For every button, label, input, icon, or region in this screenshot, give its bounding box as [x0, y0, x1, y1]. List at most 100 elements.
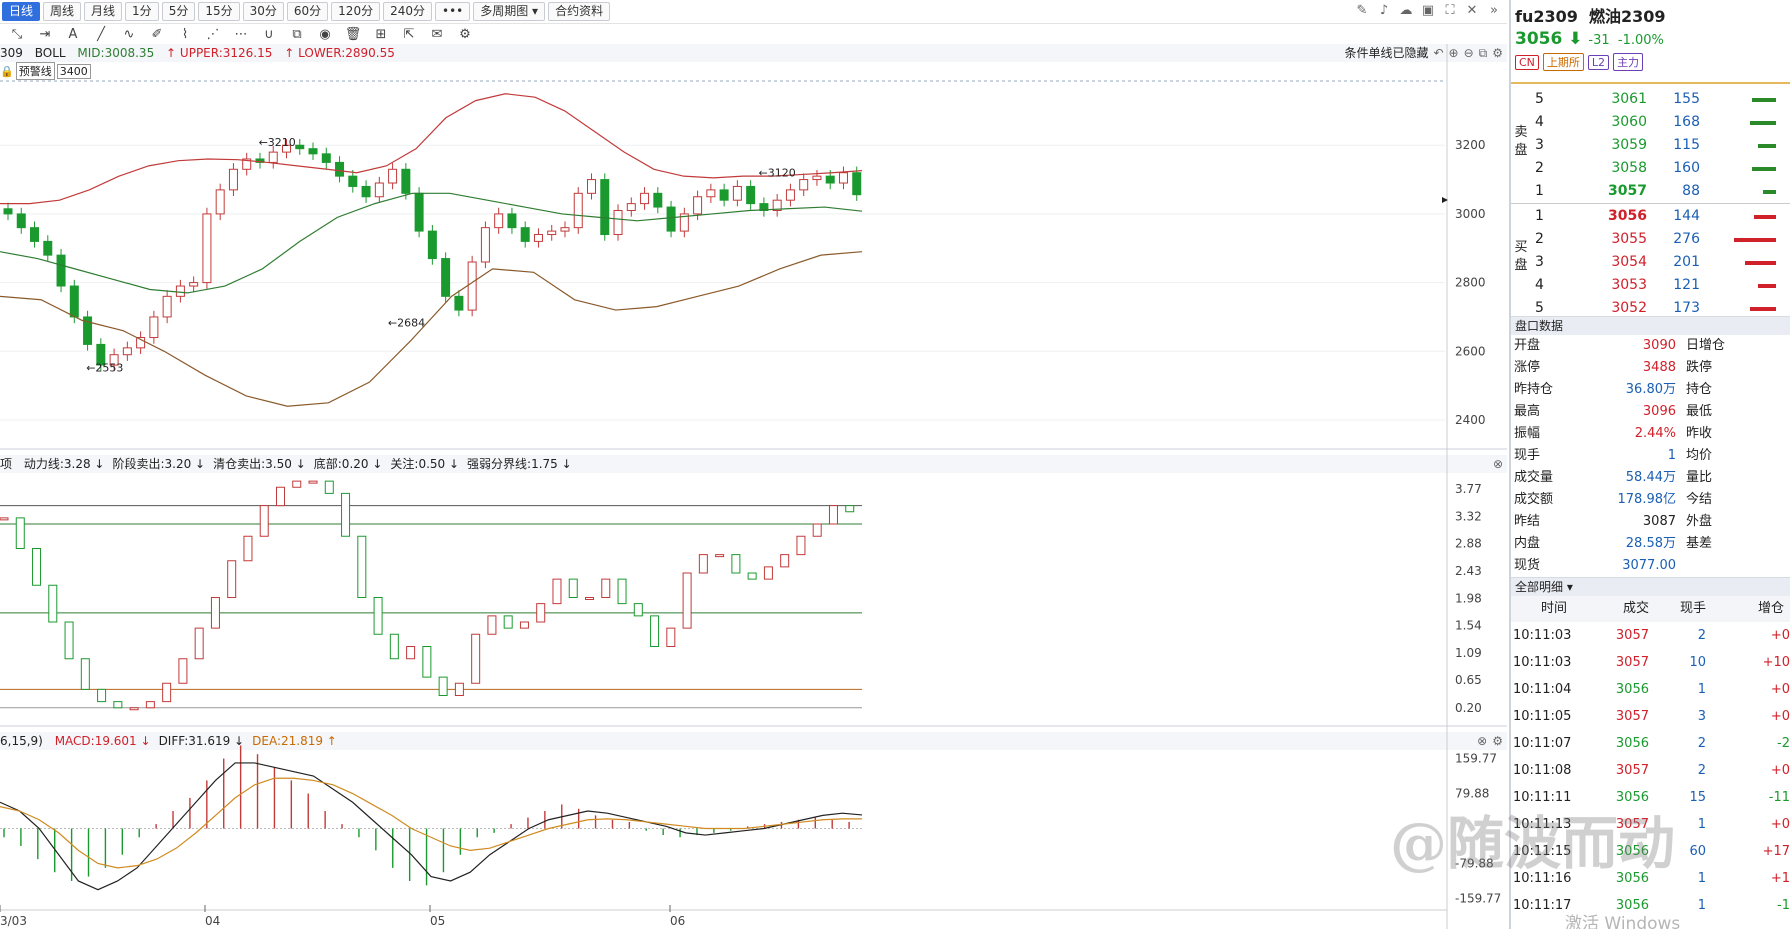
indicator-candle: [292, 480, 302, 488]
indicator-candle: [275, 486, 285, 507]
bid-row[interactable]: 3 3054 201: [1511, 251, 1790, 274]
indicator-candle: [32, 548, 42, 586]
indicator-candle: [568, 578, 578, 598]
candle-body: [454, 295, 464, 311]
indicator-candle: [259, 505, 269, 537]
tick-row: 10:11:03 3057 10 +10: [1513, 655, 1790, 670]
indicator-candle: [162, 682, 172, 703]
stat-row: 现手 1 均价: [1514, 448, 1713, 463]
candle-body: [507, 213, 517, 229]
indicator-candle: [324, 480, 334, 494]
indicator-candle: [780, 554, 790, 568]
candle-body: [719, 189, 729, 201]
price-annotation: ←3120: [759, 167, 796, 180]
price-pct: -1.00%: [1617, 33, 1664, 48]
candle-body: [799, 179, 809, 191]
ticks-title[interactable]: 全部明细 ▾: [1511, 577, 1790, 596]
dropdown-icon[interactable]: ▾: [1567, 580, 1573, 594]
bid-row[interactable]: 4 3053 121: [1511, 274, 1790, 297]
candle-body: [162, 295, 172, 318]
bid-row[interactable]: 2 3055 276: [1511, 228, 1790, 251]
stat-row: 开盘 3090 日增仓: [1514, 338, 1726, 353]
indicator-candle: [243, 535, 253, 562]
tick-row: 10:11:07 3056 2 -2: [1513, 736, 1790, 751]
stat-row: 成交额 178.98亿 今结: [1514, 492, 1713, 507]
indicator-candle: [796, 535, 806, 556]
contract-tag: CN: [1515, 55, 1539, 70]
indicator-candle: [519, 621, 529, 629]
indicator-candle: [471, 633, 481, 684]
ask-row[interactable]: 3 3059 115: [1511, 134, 1790, 157]
y-tick-label: 159.77: [1455, 752, 1497, 766]
indicator-candle: [682, 572, 692, 629]
contract-code: fu2309: [1515, 7, 1578, 26]
indicator-candle: [178, 658, 188, 684]
candle-body: [401, 168, 411, 194]
bid-row[interactable]: 1 3056 144: [1511, 205, 1790, 228]
candle-body: [560, 227, 570, 232]
indicator-candle: [406, 646, 416, 660]
bid-row[interactable]: 5 3052 173: [1511, 297, 1790, 320]
stat-row: 昨结 3087 外盘: [1514, 514, 1713, 529]
candle-body: [308, 148, 318, 155]
down-arrow-icon: ⬇: [1568, 29, 1583, 49]
y-tick-label: 3.32: [1455, 510, 1482, 524]
activate-windows-notice: 激活 Windows: [1565, 914, 1681, 929]
indicator-candle: [80, 658, 90, 690]
chart-area[interactable]: 3200 3000 2800 2600 2400 ←3210 ←3120 ←2684 ←2553…: [0, 0, 1507, 929]
candle-body: [467, 261, 477, 311]
stat-row: 最高 3096 最低: [1514, 404, 1713, 419]
indicator-candle: [389, 633, 399, 660]
y-tick-label: 2.88: [1455, 537, 1482, 551]
y-tick-label: 3200: [1455, 138, 1486, 152]
indicator-candle: [763, 566, 773, 580]
x-tick-label: 04: [205, 914, 220, 928]
ask-row[interactable]: 4 3060 168: [1511, 111, 1790, 134]
candle-body: [69, 285, 79, 318]
indicator-candle: [845, 505, 855, 513]
candle-body: [189, 282, 199, 287]
y-tick-label: 1.54: [1455, 619, 1482, 633]
candle-body: [215, 189, 225, 215]
candle-body: [122, 347, 132, 356]
ask-row[interactable]: 2 3058 160: [1511, 157, 1790, 180]
stat-row: 昨持仓 36.80万 持仓: [1514, 382, 1713, 397]
price-annotation: ←2684: [388, 316, 425, 329]
price-change: -31: [1588, 33, 1610, 48]
candle-body: [666, 206, 676, 232]
indicator-candle: [747, 572, 757, 580]
candle-body: [43, 240, 53, 256]
indicator-candle: [129, 707, 139, 711]
y-tick-label: 2.43: [1455, 564, 1482, 578]
tick-row: 10:11:03 3057 2 +0: [1513, 628, 1790, 643]
price-annotation: ←3210: [259, 136, 296, 149]
candle-body: [361, 185, 371, 198]
indicator-candle: [438, 676, 448, 696]
candle-body: [348, 175, 358, 187]
ask-row[interactable]: 1 3057 88: [1511, 180, 1790, 203]
price-annotation: ←2553: [86, 361, 123, 374]
indicator-candle: [227, 560, 237, 598]
indicator-candle: [617, 578, 627, 605]
candle-body: [30, 227, 40, 242]
y-tick-label: 0.20: [1455, 701, 1482, 715]
indicator-candle: [633, 603, 643, 617]
candle-body: [706, 189, 716, 198]
stats-table: 开盘 3090 日增仓 涨停 3488 跌停 昨持仓 36.80万 持仓 最高 3096 最低 振幅 2.…: [1511, 335, 1790, 577]
x-tick-label: 3/03: [0, 914, 27, 928]
ask-row[interactable]: 5 3061 155: [1511, 88, 1790, 111]
indicator-candle: [64, 621, 74, 660]
tick-row: 10:11:04 3056 1 +0: [1513, 682, 1790, 697]
diff-line: [0, 762, 863, 891]
contract-tag: L2: [1587, 55, 1610, 70]
contract-tag: 主力: [1613, 53, 1644, 71]
indicator-candle: [373, 597, 383, 635]
indicator-candle: [552, 578, 562, 605]
candle-body: [533, 234, 543, 242]
tick-row: 10:11:05 3057 3 +0: [1513, 709, 1790, 724]
candle-body: [3, 208, 13, 215]
candle-body: [202, 213, 212, 284]
candle-body: [626, 203, 636, 211]
candle-body: [746, 185, 756, 205]
indicator-candle: [308, 480, 318, 484]
